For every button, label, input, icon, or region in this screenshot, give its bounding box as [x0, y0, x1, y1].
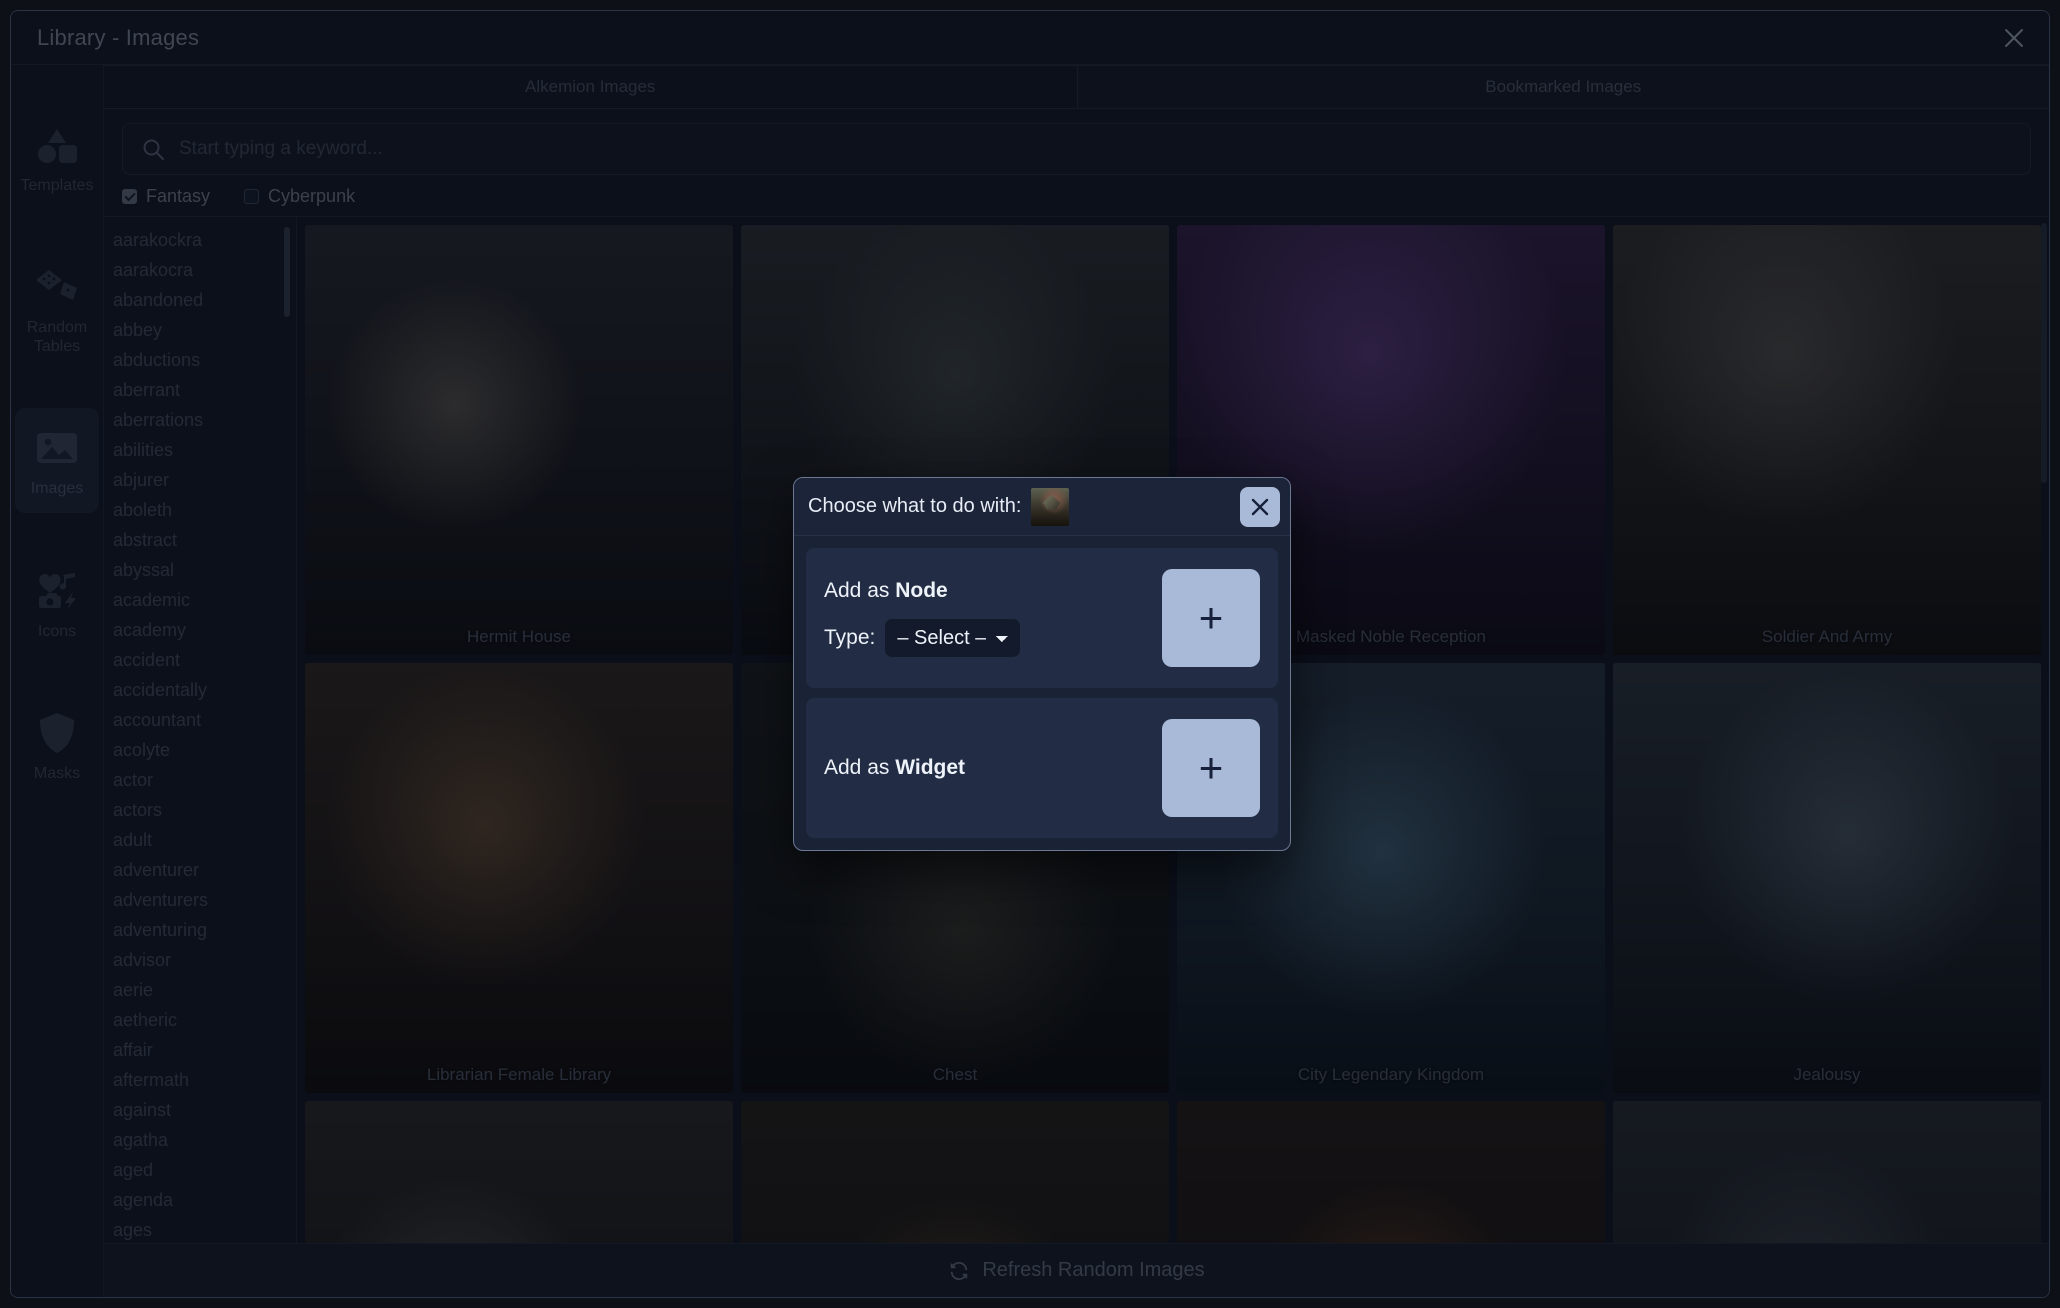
- add-as-node-left: Add as Node Type: – Select –: [824, 579, 1162, 657]
- add-as-node-prefix: Add as: [824, 579, 896, 602]
- add-as-widget-button[interactable]: +: [1162, 719, 1260, 817]
- add-as-widget-strong: Widget: [895, 756, 966, 779]
- modal-header: Choose what to do with:: [794, 478, 1290, 536]
- add-as-widget-option: Add as Widget +: [806, 698, 1278, 838]
- node-type-row: Type: – Select –: [824, 619, 1162, 657]
- modal-body: Add as Node Type: – Select – + Add as Wi…: [794, 536, 1290, 850]
- modal-close-icon[interactable]: [1240, 486, 1280, 527]
- add-as-node-button[interactable]: +: [1162, 569, 1260, 667]
- node-type-label: Type:: [824, 626, 876, 649]
- node-type-select[interactable]: – Select –: [885, 619, 1021, 657]
- choose-action-modal: Choose what to do with: Add as Node Type…: [793, 477, 1291, 851]
- selected-image-thumbnail: [1031, 487, 1070, 526]
- modal-title: Choose what to do with:: [808, 495, 1022, 517]
- add-as-widget-left: Add as Widget: [824, 756, 1162, 780]
- add-as-widget-title: Add as Widget: [824, 756, 1162, 780]
- library-window: Library - Images Templates: [10, 10, 2050, 1298]
- add-as-node-strong: Node: [895, 579, 948, 602]
- add-as-widget-prefix: Add as: [824, 756, 896, 779]
- add-as-node-option: Add as Node Type: – Select – +: [806, 548, 1278, 688]
- add-as-node-title: Add as Node: [824, 579, 1162, 603]
